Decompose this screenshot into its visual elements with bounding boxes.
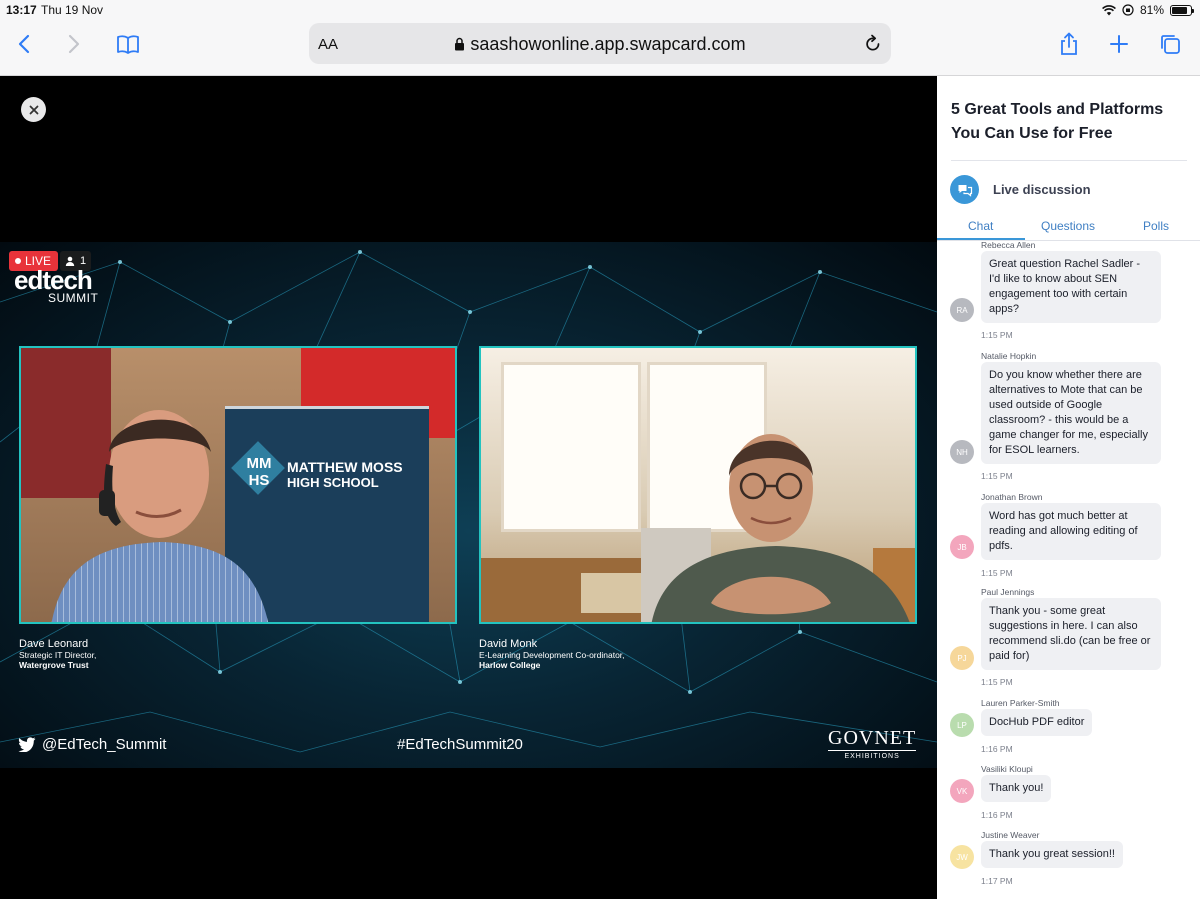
boxes	[581, 573, 641, 613]
reload-button[interactable]	[865, 34, 881, 57]
message-time: 1:15 PM	[981, 677, 1013, 687]
avatar[interactable]: NH	[950, 440, 974, 464]
speaker-caption-right: David Monk E-Learning Development Co-ord…	[479, 638, 625, 670]
live-dot-icon	[15, 258, 21, 264]
url-text: saashowonline.app.swapcard.com	[470, 34, 746, 54]
speaker-org: Watergrove Trust	[19, 660, 89, 670]
message-bubble: Thank you!	[981, 775, 1052, 802]
message-author: Paul Jennings	[981, 587, 1035, 597]
govnet-name: GovNet	[828, 727, 917, 749]
avatar[interactable]: RA	[950, 298, 974, 322]
video-player[interactable]: LIVE 1 edtech SUMMIT MM HS MATTHEW MOSS …	[0, 242, 937, 768]
forward-button[interactable]	[58, 30, 90, 58]
message-time: 1:15 PM	[981, 568, 1013, 578]
govnet-logo: GovNet EXHIBITIONS	[828, 727, 917, 760]
message-bubble: Great question Rachel Sadler - I'd like …	[981, 251, 1161, 323]
live-discussion-label: Live discussion	[993, 182, 1091, 197]
chevron-left-icon	[18, 34, 30, 54]
bookmarks-button[interactable]	[112, 30, 144, 58]
message-time: 1:15 PM	[981, 330, 1013, 340]
speaker-name: Dave Leonard	[19, 638, 89, 650]
back-button[interactable]	[8, 30, 40, 58]
plus-icon	[1110, 35, 1128, 53]
lock-icon	[455, 37, 465, 51]
message-author: Justine Weaver	[981, 830, 1040, 840]
tabs-overview-button[interactable]	[1154, 30, 1186, 58]
tab-polls[interactable]: Polls	[1143, 219, 1169, 233]
status-bar: 13:17 Thu 19 Nov 81%	[0, 0, 1200, 20]
tab-questions[interactable]: Questions	[1041, 219, 1095, 233]
chevron-right-icon	[68, 34, 80, 54]
share-button[interactable]	[1053, 30, 1085, 58]
avatar[interactable]: LP	[950, 713, 974, 737]
orientation-lock-icon	[1122, 4, 1134, 16]
speaker-caption-left: Dave Leonard Strategic IT Director, Wate…	[19, 638, 96, 670]
share-icon	[1061, 32, 1077, 55]
new-tab-button[interactable]	[1103, 30, 1135, 58]
chat-list[interactable]: Rebecca Allen Great question Rachel Sadl…	[937, 242, 1200, 899]
book-icon	[117, 35, 139, 54]
message-time: 1:16 PM	[981, 810, 1013, 820]
session-title: 5 Great Tools and Platforms You Can Use …	[951, 101, 1164, 142]
avatar[interactable]: VK	[950, 779, 974, 803]
avatar[interactable]: JW	[950, 845, 974, 869]
message-author: Rebecca Allen	[981, 242, 1036, 250]
hashtag: #EdTechSummit20	[397, 736, 523, 753]
twitter-handle-text: @EdTech_Summit	[42, 736, 167, 753]
address-bar[interactable]: AA saashowonline.app.swapcard.com	[309, 23, 891, 64]
speaker-name: David Monk	[479, 638, 538, 650]
speaker-video-right	[479, 346, 917, 624]
clock: 13:17	[6, 3, 37, 17]
message-bubble: Do you know whether there are alternativ…	[981, 362, 1161, 464]
govnet-sub: EXHIBITIONS	[844, 753, 900, 760]
banner-line1: MATTHEW MOSS	[287, 459, 403, 475]
message-time: 1:17 PM	[981, 876, 1013, 886]
twitter-handle: @EdTech_Summit	[18, 736, 166, 753]
message-author: Lauren Parker-Smith	[981, 698, 1060, 708]
speaker-left-figure	[51, 410, 269, 622]
browser-toolbar: AA saashowonline.app.swapcard.com	[0, 20, 1200, 76]
avatar[interactable]: PJ	[950, 646, 974, 670]
status-indicators: 81%	[1102, 3, 1194, 17]
logo-wordmark: edtech	[14, 265, 93, 295]
speaker-video-left: MM HS MATTHEW MOSS HIGH SCHOOL	[19, 346, 457, 624]
wifi-icon	[1102, 4, 1116, 15]
reload-icon	[866, 34, 880, 51]
url-display[interactable]: saashowonline.app.swapcard.com	[309, 34, 891, 55]
close-video-button[interactable]	[21, 97, 46, 122]
battery-percent: 81%	[1139, 3, 1164, 17]
battery-fill	[1172, 6, 1187, 14]
message-author: Jonathan Brown	[981, 492, 1043, 502]
govnet-rule	[828, 750, 917, 751]
discussion-tabs: Chat Questions Polls	[937, 214, 1200, 241]
message-bubble: Word has got much better at reading and …	[981, 503, 1161, 560]
speaker-role: Strategic IT Director,	[19, 650, 97, 660]
speaker-right-figure	[651, 434, 910, 622]
sidebar-divider	[951, 160, 1187, 161]
edtech-summit-logo: edtech SUMMIT	[14, 265, 99, 305]
banner-line2: HIGH SCHOOL	[287, 475, 379, 490]
message-author: Vasiliki Kloupi	[981, 764, 1033, 774]
message-author: Natalie Hopkin	[981, 351, 1037, 361]
speaker-org: Harlow College	[479, 660, 541, 670]
video-stage: LIVE 1 edtech SUMMIT MM HS MATTHEW MOSS …	[0, 76, 937, 899]
logo-summit: SUMMIT	[48, 291, 99, 305]
close-icon	[29, 105, 38, 114]
discussion-sidebar: 5 Great Tools and Platforms You Can Use …	[937, 76, 1200, 899]
message-bubble: Thank you great session!!	[981, 841, 1123, 868]
avatar[interactable]: JB	[950, 535, 974, 559]
message-time: 1:16 PM	[981, 744, 1013, 754]
window-left	[501, 362, 641, 532]
speaker-role: E-Learning Development Co-ordinator,	[479, 650, 625, 660]
message-time: 1:15 PM	[981, 471, 1013, 481]
date: Thu 19 Nov	[41, 3, 104, 17]
tab-chat[interactable]: Chat	[968, 219, 993, 233]
message-bubble: Thank you - some great suggestions in he…	[981, 598, 1161, 670]
chat-bubbles-icon	[950, 175, 979, 204]
active-tab-indicator	[937, 238, 1025, 240]
battery-icon	[1170, 4, 1194, 16]
twitter-icon	[18, 737, 36, 752]
message-bubble: DocHub PDF editor	[981, 709, 1093, 736]
tabs-icon	[1161, 35, 1180, 54]
